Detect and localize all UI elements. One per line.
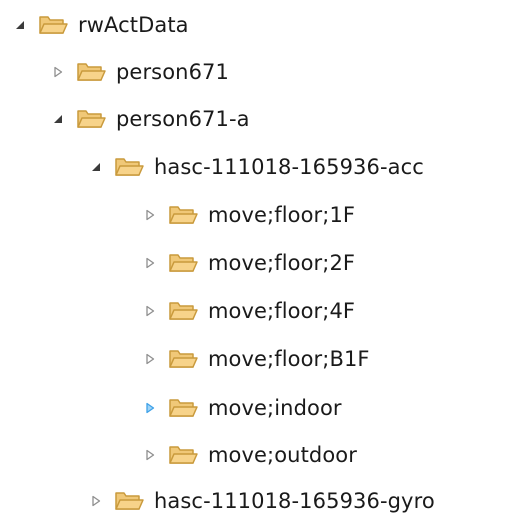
tree-node-hasc-gyro[interactable]: hasc-111018-165936-gyro — [88, 479, 435, 523]
folder-open-icon — [114, 489, 144, 513]
tree-node-move-indoor[interactable]: move;indoor — [142, 386, 342, 430]
tree-node-move-outdoor[interactable]: move;outdoor — [142, 433, 357, 477]
folder-open-icon — [168, 347, 198, 371]
collapsed-arrow-icon[interactable] — [142, 351, 158, 367]
tree-node-label: move;floor;2F — [208, 250, 356, 275]
collapsed-arrow-icon[interactable] — [142, 303, 158, 319]
tree-node-label: move;floor;B1F — [208, 346, 370, 371]
collapsed-arrow-hover-icon[interactable] — [142, 400, 158, 416]
tree-node-label: move;floor;4F — [208, 298, 356, 323]
collapsed-arrow-icon[interactable] — [50, 64, 66, 80]
collapsed-arrow-icon[interactable] — [142, 255, 158, 271]
expanded-arrow-icon[interactable] — [88, 159, 104, 175]
tree-node-move-floor-1f[interactable]: move;floor;1F — [142, 193, 355, 237]
folder-tree: rwActData person671 person671-a hasc-111… — [0, 0, 527, 518]
expanded-arrow-icon[interactable] — [50, 111, 66, 127]
tree-node-label: move;indoor — [208, 395, 342, 420]
folder-open-icon — [168, 443, 198, 467]
tree-node-person671[interactable]: person671 — [50, 50, 229, 94]
folder-open-icon — [168, 396, 198, 420]
collapsed-arrow-icon[interactable] — [142, 447, 158, 463]
folder-open-icon — [114, 155, 144, 179]
folder-open-icon — [76, 107, 106, 131]
folder-open-icon — [168, 299, 198, 323]
tree-node-move-floor-4f[interactable]: move;floor;4F — [142, 289, 355, 333]
folder-open-icon — [168, 203, 198, 227]
tree-node-label: hasc-111018-165936-gyro — [154, 488, 435, 513]
folder-open-icon — [76, 60, 106, 84]
tree-node-label: move;floor;1F — [208, 202, 356, 227]
tree-node-label: person671 — [116, 59, 229, 84]
tree-node-rwactdata[interactable]: rwActData — [12, 3, 189, 47]
folder-open-icon — [38, 13, 68, 37]
tree-node-label: hasc-111018-165936-acc — [154, 154, 424, 179]
tree-node-label: rwActData — [78, 12, 189, 37]
tree-node-person671-a[interactable]: person671-a — [50, 97, 250, 141]
collapsed-arrow-icon[interactable] — [88, 493, 104, 509]
folder-open-icon — [168, 251, 198, 275]
tree-node-move-floor-b1f[interactable]: move;floor;B1F — [142, 337, 370, 381]
expanded-arrow-icon[interactable] — [12, 17, 28, 33]
collapsed-arrow-icon[interactable] — [142, 207, 158, 223]
tree-node-label: person671-a — [116, 106, 250, 131]
tree-node-hasc-acc[interactable]: hasc-111018-165936-acc — [88, 145, 424, 189]
tree-node-move-floor-2f[interactable]: move;floor;2F — [142, 241, 355, 285]
tree-node-label: move;outdoor — [208, 442, 357, 467]
